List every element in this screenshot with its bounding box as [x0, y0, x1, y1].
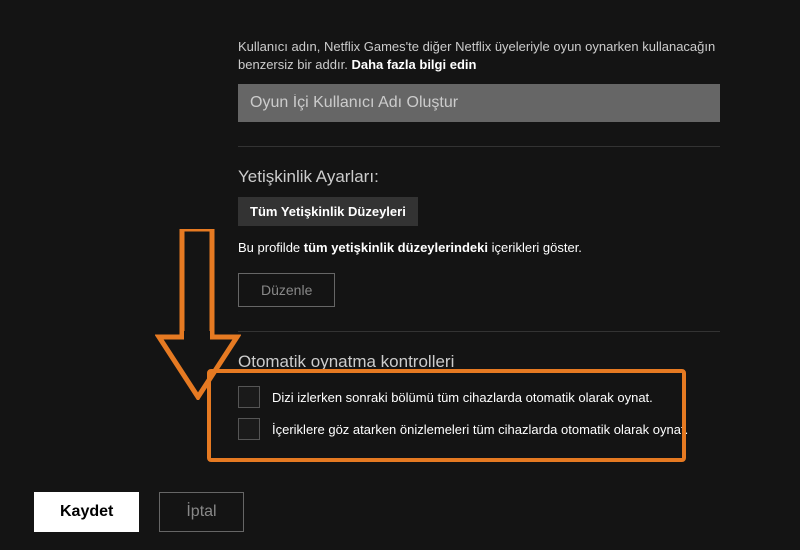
maturity-title: Yetişkinlik Ayarları: [238, 167, 720, 187]
autoplay-next-episode-checkbox[interactable] [238, 386, 260, 408]
username-description: Kullanıcı adın, Netflix Games'te diğer N… [238, 38, 720, 74]
username-desc-text: Kullanıcı adın, Netflix Games'te diğer N… [238, 39, 715, 72]
autoplay-section: Otomatik oynatma kontrolleri Dizi izlerk… [238, 352, 720, 474]
autoplay-title: Otomatik oynatma kontrolleri [238, 352, 720, 372]
edit-button[interactable]: Düzenle [238, 273, 335, 307]
autoplay-previews-checkbox[interactable] [238, 418, 260, 440]
autoplay-next-episode-row: Dizi izlerken sonraki bölümü tüm cihazla… [238, 386, 720, 408]
save-button[interactable]: Kaydet [34, 492, 139, 532]
cancel-button[interactable]: İptal [159, 492, 243, 532]
annotation-arrow-icon [155, 229, 241, 400]
autoplay-previews-row: İçeriklere göz atarken önizlemeleri tüm … [238, 418, 720, 440]
maturity-description: Bu profilde tüm yetişkinlik düzeylerinde… [238, 240, 720, 255]
username-learn-more-link[interactable]: Daha fazla bilgi edin [351, 57, 476, 72]
maturity-section: Yetişkinlik Ayarları: Tüm Yetişkinlik Dü… [238, 167, 720, 332]
username-section: Kullanıcı adın, Netflix Games'te diğer N… [238, 38, 720, 147]
autoplay-next-episode-label: Dizi izlerken sonraki bölümü tüm cihazla… [272, 390, 653, 405]
maturity-level-badge: Tüm Yetişkinlik Düzeyleri [238, 197, 418, 226]
game-handle-input[interactable] [238, 84, 720, 122]
action-bar: Kaydet İptal [34, 492, 244, 532]
autoplay-previews-label: İçeriklere göz atarken önizlemeleri tüm … [272, 422, 688, 437]
